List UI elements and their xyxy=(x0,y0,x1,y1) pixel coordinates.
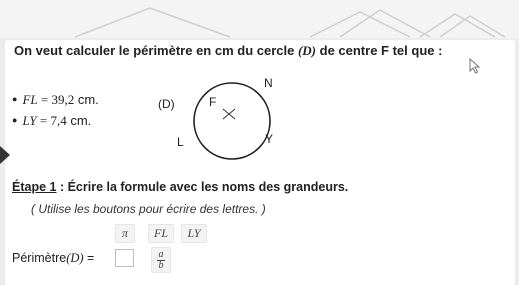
given-ly: ● LY = 7,4 cm. xyxy=(12,113,92,128)
figure-circle-label: (D) xyxy=(158,97,175,111)
circle-outline xyxy=(193,82,271,160)
answer-label: Périmètre(D) = xyxy=(12,251,95,265)
top-banner xyxy=(0,0,519,38)
circle-name: (D) xyxy=(297,43,317,58)
collapse-arrow-icon[interactable] xyxy=(0,146,10,164)
fraction-button[interactable]: a b xyxy=(151,247,171,273)
pi-button[interactable]: π xyxy=(115,224,135,243)
given-fl: ● FL = 39,2 cm. xyxy=(12,92,99,107)
circle-figure xyxy=(193,82,271,160)
center-label: F xyxy=(209,95,217,109)
point-y-label: Y xyxy=(265,132,274,146)
fl-button[interactable]: FL xyxy=(148,224,174,243)
decorative-banner-pattern xyxy=(74,7,506,38)
ly-button[interactable]: LY xyxy=(181,224,207,243)
step-title: Étape 1 : Écrire la formule avec les nom… xyxy=(12,180,349,194)
question-text: On veut calculer le périmètre en cm du c… xyxy=(14,43,443,58)
point-n-label: N xyxy=(264,76,273,90)
answer-input[interactable] xyxy=(115,249,134,267)
point-l-label: L xyxy=(177,135,184,149)
step-hint: ( Utilise les boutons pour écrire des le… xyxy=(31,202,266,216)
mouse-pointer-icon xyxy=(469,58,481,74)
